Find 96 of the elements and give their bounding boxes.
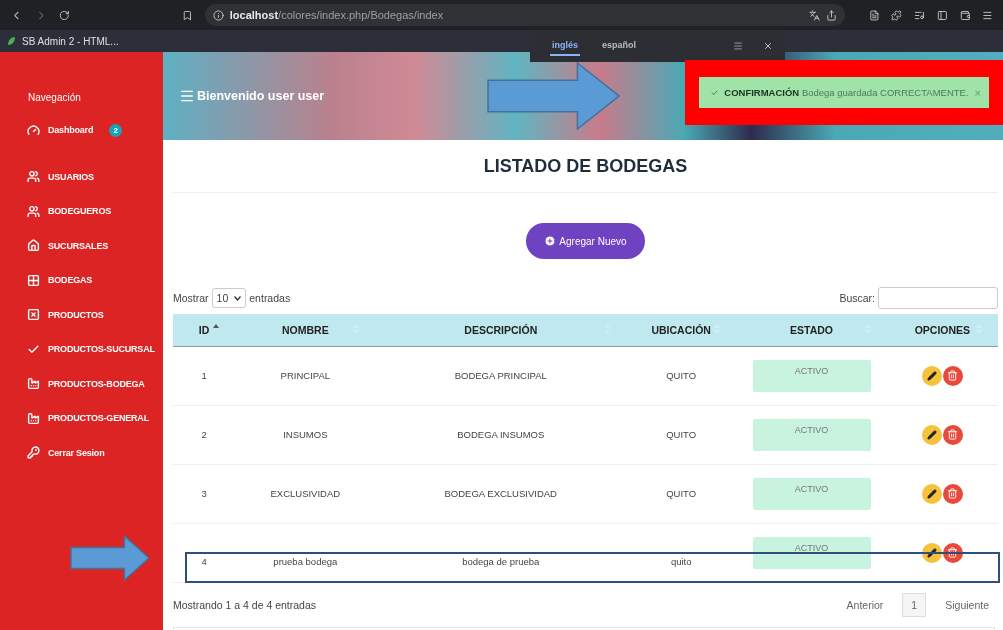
document-icon[interactable] <box>868 9 880 21</box>
pencil-icon <box>926 429 937 440</box>
sidebar-link[interactable]: Cerrar Sesion <box>0 435 163 470</box>
sidebar-link[interactable]: BODEGUEROS <box>0 194 163 229</box>
pagination-link[interactable]: 1 <box>902 593 927 617</box>
delete-button[interactable] <box>942 483 963 504</box>
puzzle-icon[interactable] <box>891 9 903 21</box>
sidebar-link[interactable]: Dashboard 2 <box>0 113 163 148</box>
sidebar-link[interactable]: PRODUCTOS-SUCURSAL <box>0 332 163 367</box>
table-cell: BODEGA EXCLUSIVIDAD <box>375 464 627 524</box>
delete-button[interactable] <box>942 424 963 445</box>
table-cell: 2 <box>173 405 236 465</box>
toast-message: CONFIRMACIÓN Bodega guardada CORRECTAMENTE. <box>724 87 969 98</box>
pagination-link[interactable]: Siguiente <box>936 593 998 617</box>
house-icon <box>27 239 40 253</box>
edit-button[interactable] <box>921 542 942 563</box>
page-size-select[interactable]: 10 <box>211 288 247 308</box>
table-cell: QUITO <box>626 405 737 465</box>
table-cell: 1 <box>173 346 236 406</box>
table-cell: bodega de prueba <box>375 523 627 583</box>
trash-icon <box>947 370 959 381</box>
table-cell: quito <box>626 523 737 583</box>
column-header[interactable]: DESCRIPCIÓN <box>375 314 627 347</box>
status-badge: ACTIVO <box>752 418 871 451</box>
reload-icon[interactable] <box>59 9 71 21</box>
sidebar-link[interactable]: PRODUCTOS <box>0 297 163 332</box>
pencil-icon <box>926 547 937 558</box>
status-badge: ACTIVO <box>752 477 871 510</box>
edit-button[interactable] <box>921 424 942 445</box>
table-cell: prueba bodega <box>235 523 376 583</box>
status-badge: ACTIVO <box>752 536 871 569</box>
pencil-icon <box>926 370 937 381</box>
sidebar-heading: Navegación <box>27 92 82 105</box>
table-cell: EXCLUSIVIDAD <box>235 464 376 524</box>
welcome-title: Bienvenido user user <box>197 89 325 103</box>
table-info: Mostrando 1 a 4 de 4 entradas <box>173 599 316 611</box>
translate-icon[interactable] <box>808 9 820 21</box>
sidebar-link[interactable]: BODEGAS <box>0 263 163 298</box>
grid-icon <box>27 273 40 287</box>
gauge-icon <box>27 123 40 137</box>
sidebar-link[interactable]: PRODUCTOS-BODEGA <box>0 366 163 401</box>
menu-icon[interactable] <box>982 9 993 21</box>
wallet-icon[interactable] <box>959 9 971 21</box>
chevron-icon <box>234 295 242 301</box>
users-icon <box>27 204 40 218</box>
list-icon[interactable] <box>914 9 925 21</box>
users-icon <box>27 170 40 184</box>
info-icon <box>212 9 224 21</box>
edit-button[interactable] <box>921 483 942 504</box>
sidebar-link[interactable]: SUCURSALES <box>0 228 163 263</box>
language-tab[interactable]: inglés <box>550 36 580 56</box>
delete-button[interactable] <box>942 365 963 386</box>
url-text: localhost/colores/index.php/Bodegas/index <box>229 9 444 21</box>
table-cell: 3 <box>173 464 236 524</box>
factory-icon <box>27 411 40 425</box>
tab-title[interactable]: SB Admin 2 - HTML... <box>22 35 119 47</box>
language-tab[interactable]: español <box>600 36 639 56</box>
table-cell: QUITO <box>626 464 737 524</box>
table-cell: BODEGA INSUMOS <box>375 405 627 465</box>
pagination-link[interactable]: Anterior <box>837 593 893 617</box>
leaf-favicon-icon <box>6 36 16 46</box>
trash-icon <box>947 429 959 440</box>
address-bar[interactable]: localhost/colores/index.php/Bodegas/index <box>204 4 845 26</box>
bookmark-icon[interactable] <box>182 9 193 21</box>
column-header[interactable]: NOMBRE <box>235 314 376 347</box>
show-label: Mostrar <box>173 292 209 304</box>
trash-icon <box>947 547 959 558</box>
panel-icon[interactable] <box>936 9 948 21</box>
table-cell: 4 <box>173 523 236 583</box>
search-field[interactable] <box>878 287 998 309</box>
count-badge: 2 <box>109 123 123 137</box>
entries-label: entradas <box>249 292 291 304</box>
crossed-box-icon <box>27 308 40 322</box>
factory-icon <box>27 377 40 391</box>
table-cell: QUITO <box>626 346 737 406</box>
sidebar-link[interactable]: USUARIOS <box>0 159 163 194</box>
column-header[interactable]: OPCIONES <box>886 314 998 347</box>
trash-icon <box>947 488 959 499</box>
column-header[interactable]: ID <box>173 314 236 347</box>
table-cell: INSUMOS <box>235 405 376 465</box>
key-icon <box>27 446 40 460</box>
edit-button[interactable] <box>921 365 942 386</box>
table-cell: BODEGA PRINCIPAL <box>375 346 627 406</box>
plus-icon <box>544 235 557 247</box>
sidebar-link[interactable]: PRODUCTOS-GENERAL <box>0 401 163 436</box>
page-title: LISTADO DE BODEGAS <box>173 140 998 193</box>
add-button[interactable]: Agregar Nuevo <box>526 223 645 259</box>
table-cell: PRINCIPAL <box>235 346 376 406</box>
delete-button[interactable] <box>942 542 963 563</box>
share-icon[interactable] <box>825 9 837 21</box>
search-label: Buscar: <box>839 292 875 304</box>
close-icon[interactable] <box>763 41 773 51</box>
column-header[interactable]: UBICACIÓN <box>626 314 737 347</box>
pencil-icon <box>926 488 937 499</box>
column-header[interactable]: ESTADO <box>736 314 887 347</box>
status-badge: ACTIVO <box>752 359 871 392</box>
